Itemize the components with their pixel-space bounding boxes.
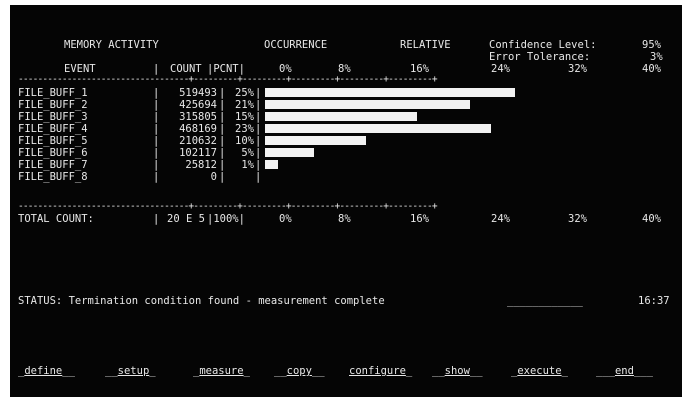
event-count: 468169	[179, 123, 217, 135]
event-percent: 23%	[235, 123, 254, 135]
softkey-setup-label[interactable]: setup	[118, 365, 150, 377]
column-separator: |	[255, 99, 262, 111]
total-count-label: TOTAL COUNT:	[18, 213, 94, 225]
histogram-bar	[265, 124, 491, 133]
histogram-bar	[265, 160, 278, 169]
scale-tick-label: 0%	[279, 213, 292, 225]
column-separator: |	[153, 99, 160, 111]
event-name: FILE_BUFF_1	[18, 87, 88, 99]
relative-heading: RELATIVE	[400, 39, 451, 51]
column-separator: |	[255, 159, 262, 171]
softkey-measure-label[interactable]: measure	[199, 365, 243, 377]
softkey-setup[interactable]: __setup_	[105, 365, 156, 377]
column-separator: |	[255, 171, 262, 183]
bottom-rule: -----------------------------------+----…	[18, 201, 438, 212]
softkey-measure[interactable]: _measure_	[193, 365, 250, 377]
status-time: 16:37	[638, 295, 670, 307]
softkey-end-label[interactable]: end	[615, 365, 634, 377]
softkey-execute[interactable]: _execute_	[511, 365, 568, 377]
event-percent: 5%	[241, 147, 254, 159]
column-separator: |	[153, 171, 160, 183]
column-separator: |	[219, 123, 226, 135]
softkey-show-label[interactable]: show	[445, 365, 470, 377]
event-count: 25812	[185, 159, 217, 171]
histogram-bar	[265, 148, 315, 157]
scale-tick-label: 24%	[491, 63, 510, 75]
total-count-value: 20 E 5	[167, 213, 205, 225]
column-separator: |	[153, 87, 160, 99]
column-separator: |	[219, 111, 226, 123]
column-separator: |	[153, 159, 160, 171]
event-percent: 25%	[235, 87, 254, 99]
column-separator: |	[153, 123, 160, 135]
column-separator: |	[255, 135, 262, 147]
top-rule: -----------------------------------+----…	[18, 74, 438, 85]
terminal-screen: MEMORY ACTIVITY OCCURRENCE RELATIVE Conf…	[10, 5, 682, 397]
screen-title: MEMORY ACTIVITY	[64, 39, 159, 51]
column-separator: |	[255, 147, 262, 159]
column-separator: |	[153, 135, 160, 147]
softkey-show[interactable]: __show__	[432, 365, 483, 377]
column-separator: |	[153, 111, 160, 123]
event-name: FILE_BUFF_3	[18, 111, 88, 123]
scale-tick-label: 40%	[642, 63, 661, 75]
scale-tick-label: 8%	[338, 213, 351, 225]
histogram-bar	[265, 136, 367, 145]
histogram-bar	[265, 112, 418, 121]
event-name: FILE_BUFF_4	[18, 123, 88, 135]
tolerance-value: 3%	[650, 51, 663, 63]
scale-tick-label: 16%	[410, 213, 429, 225]
column-separator: |	[219, 159, 226, 171]
column-separator: |	[255, 111, 262, 123]
event-count: 210632	[179, 135, 217, 147]
scale-tick-label: 24%	[491, 213, 510, 225]
event-count: 315805	[179, 111, 217, 123]
event-name: FILE_BUFF_2	[18, 99, 88, 111]
softkey-copy-label[interactable]: copy	[287, 365, 312, 377]
event-name: FILE_BUFF_8	[18, 171, 88, 183]
total-pcnt: |100%|	[207, 213, 245, 225]
softkey-execute-label[interactable]: execute	[517, 365, 561, 377]
tolerance-label: Error Tolerance:	[489, 51, 591, 63]
event-count: 425694	[179, 99, 217, 111]
event-name: FILE_BUFF_5	[18, 135, 88, 147]
status-blank: ____________	[507, 295, 583, 307]
confidence-value: 95%	[642, 39, 661, 51]
softkey-define-label[interactable]: define	[24, 365, 62, 377]
column-separator: |	[219, 135, 226, 147]
event-name: FILE_BUFF_6	[18, 147, 88, 159]
scale-tick-label: 40%	[642, 213, 661, 225]
softkey-end[interactable]: ___end___	[596, 365, 653, 377]
event-percent: 15%	[235, 111, 254, 123]
event-count: 102117	[179, 147, 217, 159]
scale-tick-label: 32%	[568, 213, 587, 225]
column-separator: |	[219, 171, 226, 183]
event-percent: 10%	[235, 135, 254, 147]
column-separator: |	[219, 99, 226, 111]
histogram-bar	[265, 88, 515, 97]
softkey-configure[interactable]: configure_	[349, 365, 412, 377]
column-separator: |	[153, 213, 160, 225]
event-count: 519493	[179, 87, 217, 99]
column-separator: |	[219, 87, 226, 99]
softkey-define[interactable]: _define__	[18, 365, 75, 377]
event-percent: 1%	[241, 159, 254, 171]
column-separator: |	[153, 147, 160, 159]
column-separator: |	[255, 87, 262, 99]
event-name: FILE_BUFF_7	[18, 159, 88, 171]
softkey-configure-label[interactable]: configure	[349, 365, 406, 377]
event-percent: 21%	[235, 99, 254, 111]
histogram-bar	[265, 100, 470, 109]
softkey-copy[interactable]: __copy__	[274, 365, 325, 377]
column-separator: |	[219, 147, 226, 159]
status-line: STATUS: Termination condition found - me…	[18, 295, 385, 307]
scale-tick-label: 32%	[568, 63, 587, 75]
occurrence-heading: OCCURRENCE	[264, 39, 328, 51]
column-separator: |	[255, 123, 262, 135]
confidence-label: Confidence Level:	[489, 39, 597, 51]
event-count: 0	[210, 171, 217, 183]
